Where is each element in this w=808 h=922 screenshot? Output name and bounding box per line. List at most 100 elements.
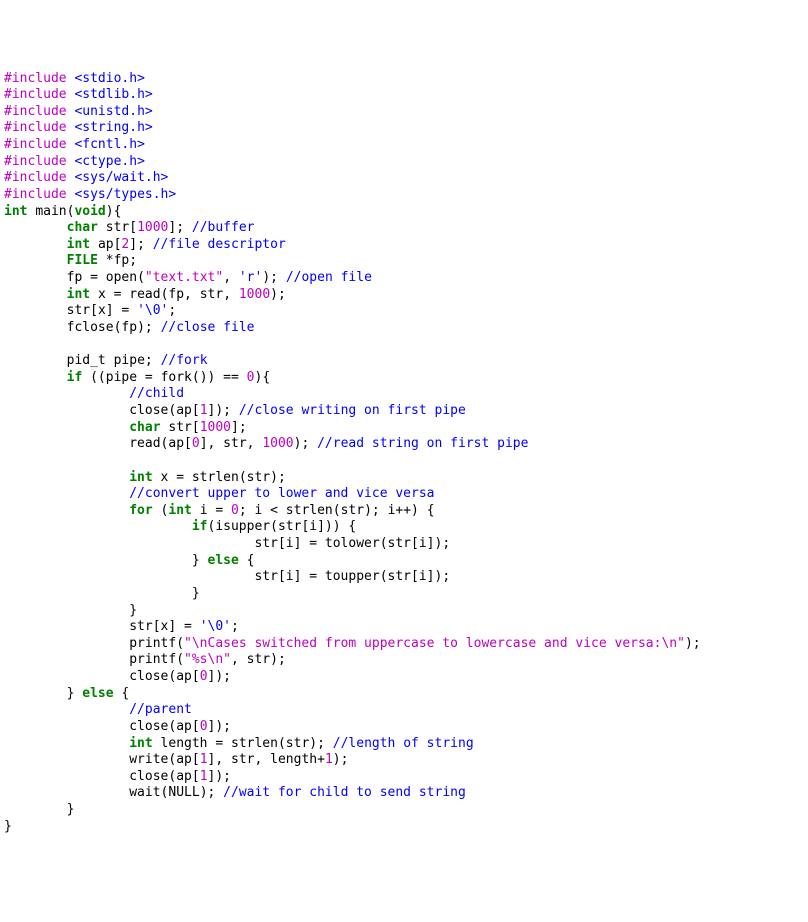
kw-int: int (129, 736, 152, 751)
preproc-include: #include (4, 71, 67, 86)
id-x: x (161, 470, 169, 485)
id-i: i (286, 569, 294, 584)
header-fcntl: <fcntl.h> (74, 137, 144, 152)
kw-char: char (67, 220, 98, 235)
num-0: 0 (192, 436, 200, 451)
id-wait: wait (129, 785, 160, 800)
str-text: "text.txt" (145, 270, 223, 285)
id-str: str (129, 619, 152, 634)
kw-int: int (67, 287, 90, 302)
id-i: i (309, 519, 317, 534)
id-i: i (200, 503, 208, 518)
id-read: read (129, 287, 160, 302)
comment-fd: //file descriptor (153, 237, 286, 252)
num-1: 1 (200, 403, 208, 418)
id-x: x (98, 303, 106, 318)
kw-else: else (82, 686, 113, 701)
str-cases: "\nCases switched from uppercase to lowe… (184, 636, 685, 651)
id-i: i (286, 536, 294, 551)
kw-else: else (208, 553, 239, 568)
id-str: str (286, 736, 309, 751)
id-fp: fp (67, 270, 83, 285)
id-x: x (161, 619, 169, 634)
id-str: str (231, 752, 254, 767)
id-close: close (129, 719, 168, 734)
id-str: str (200, 287, 223, 302)
char-nul: '\0' (200, 619, 231, 634)
comment-reads: //read string on first pipe (317, 436, 528, 451)
num-0: 0 (200, 669, 208, 684)
kw-int: int (4, 204, 27, 219)
kw-int: int (67, 237, 90, 252)
id-ap: ap (176, 752, 192, 767)
id-open: open (106, 270, 137, 285)
id-pid_t: pid_t (67, 353, 106, 368)
id-read: read (129, 436, 160, 451)
id-fclose: fclose (67, 320, 114, 335)
id-x: x (98, 287, 106, 302)
id-ap: ap (98, 237, 114, 252)
id-pipe: pipe (114, 353, 145, 368)
kw-int: int (168, 503, 191, 518)
comment-open: //open file (286, 270, 372, 285)
kw-file: FILE (67, 253, 98, 268)
id-i: i (254, 503, 262, 518)
id-main: main (35, 204, 66, 219)
id-strlen: strlen (192, 470, 239, 485)
id-str: str (278, 519, 301, 534)
num-1000: 1000 (239, 287, 270, 302)
char-nul: '\0' (137, 303, 168, 318)
id-i: i (388, 503, 396, 518)
preproc-include: #include (4, 87, 67, 102)
num-1: 1 (200, 752, 208, 767)
num-0: 0 (247, 370, 255, 385)
id-ap: ap (176, 669, 192, 684)
num-1000: 1000 (262, 436, 293, 451)
kw-int: int (129, 470, 152, 485)
num-0: 0 (231, 503, 239, 518)
id-pipe: pipe (106, 370, 137, 385)
id-fp: fp (121, 320, 137, 335)
header-stdio: <stdio.h> (74, 71, 144, 86)
id-isupper: isupper (215, 519, 270, 534)
kw-void: void (74, 204, 105, 219)
id-tolower: tolower (325, 536, 380, 551)
kw-if: if (67, 370, 83, 385)
id-str: str (254, 569, 277, 584)
preproc-include: #include (4, 104, 67, 119)
id-str: str (388, 536, 411, 551)
id-strlen: strlen (286, 503, 333, 518)
comment-conv: //convert upper to lower and vice versa (129, 486, 434, 501)
id-close: close (129, 669, 168, 684)
num-0: 0 (200, 719, 208, 734)
id-close: close (129, 769, 168, 784)
id-length: length (161, 736, 208, 751)
comment-len: //length of string (333, 736, 474, 751)
num-2: 2 (121, 237, 129, 252)
header-unistd: <unistd.h> (74, 104, 152, 119)
header-ctype: <ctype.h> (74, 154, 144, 169)
header-string: <string.h> (74, 120, 152, 135)
id-ap: ap (176, 769, 192, 784)
num-1: 1 (200, 769, 208, 784)
header-stdlib: <stdlib.h> (74, 87, 152, 102)
kw-if: if (192, 519, 208, 534)
id-str: str (168, 420, 191, 435)
comment-child: //child (129, 386, 184, 401)
comment-parent: //parent (129, 702, 192, 717)
comment-wait: //wait for child to send string (223, 785, 466, 800)
num-1: 1 (325, 752, 333, 767)
preproc-include: #include (4, 170, 67, 185)
id-fp: fp (114, 253, 130, 268)
id-strlen: strlen (231, 736, 278, 751)
id-str: str (106, 220, 129, 235)
id-ap: ap (176, 403, 192, 418)
id-write: write (129, 752, 168, 767)
id-fork: fork (161, 370, 192, 385)
num-1000: 1000 (200, 420, 231, 435)
id-close: close (129, 403, 168, 418)
id-str: str (247, 652, 270, 667)
comment-close: //close file (161, 320, 255, 335)
id-printf: printf (129, 652, 176, 667)
id-length: length (270, 752, 317, 767)
